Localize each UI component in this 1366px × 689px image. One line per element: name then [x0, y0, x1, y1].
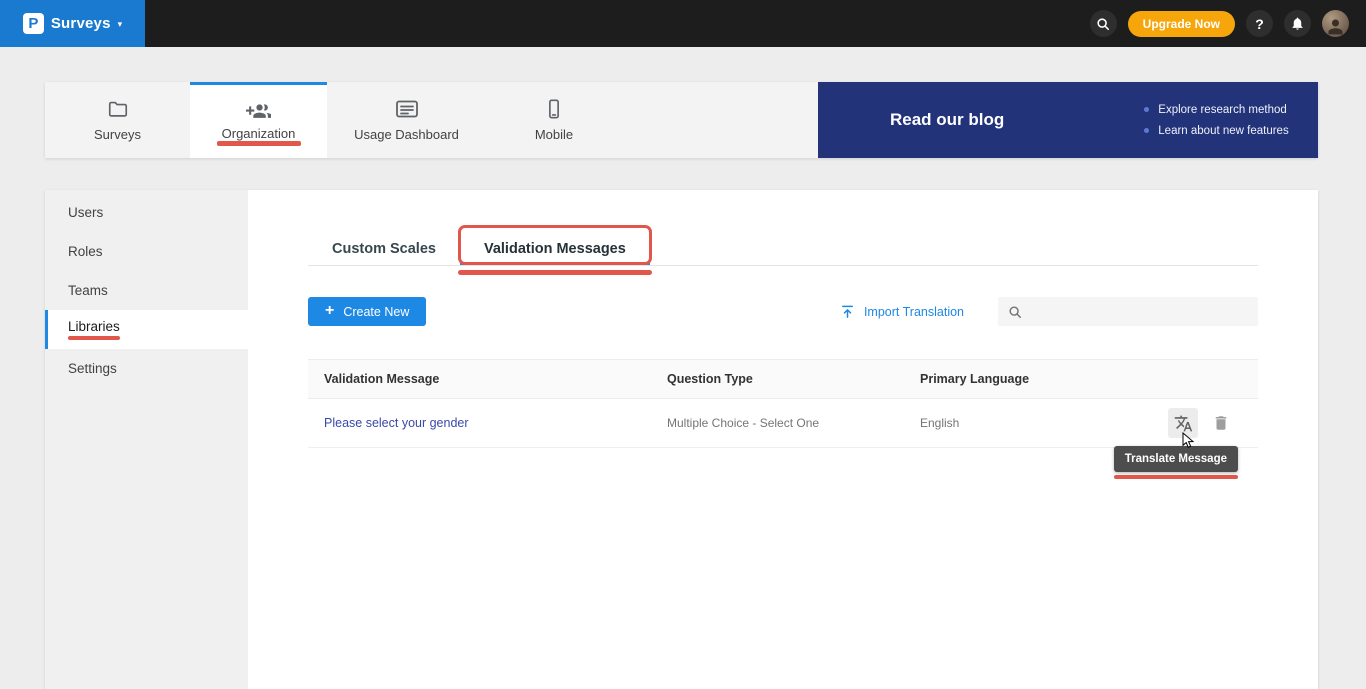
sidebar-item-libraries[interactable]: Libraries: [45, 310, 248, 349]
cell-validation-message: Please select your gender: [324, 414, 667, 432]
content-area: Custom Scales Validation Messages + Crea…: [248, 190, 1318, 689]
app-logo-icon: P: [23, 13, 44, 34]
search-icon: [1096, 17, 1110, 31]
sidebar-item-users[interactable]: Users: [45, 193, 248, 232]
create-new-label: Create New: [343, 305, 409, 319]
nav-tab-label: Organization: [222, 126, 296, 141]
blog-title: Read our blog: [890, 110, 1004, 130]
blog-bullet-text: Explore research method: [1158, 104, 1286, 116]
column-header-question-type: Question Type: [667, 372, 920, 386]
mobile-icon: [543, 98, 565, 120]
search-icon: [1008, 305, 1022, 319]
bullet-dot-icon: [1144, 107, 1149, 112]
tab-validation-messages[interactable]: Validation Messages: [460, 232, 650, 265]
app-window: P Surveys ▾ Upgrade Now ? Surveys: [0, 0, 1366, 689]
nav-tab-surveys[interactable]: Surveys: [45, 82, 190, 158]
upgrade-now-button[interactable]: Upgrade Now: [1128, 11, 1235, 37]
group-add-icon: [246, 99, 271, 119]
validation-messages-table: Validation Message Question Type Primary…: [308, 359, 1258, 448]
toolbar: + Create New Import Translation: [308, 297, 1258, 326]
annotation-underline-organization: [217, 141, 301, 146]
person-icon: [1325, 16, 1346, 37]
column-header-validation-message: Validation Message: [324, 372, 667, 386]
create-new-button[interactable]: + Create New: [308, 297, 426, 326]
blog-bullet-list: Explore research method Learn about new …: [1144, 104, 1288, 137]
bullet-dot-icon: [1144, 128, 1149, 133]
annotation-underline-validation-messages: [458, 270, 652, 275]
blog-banner[interactable]: Read our blog Explore research method Le…: [818, 82, 1318, 158]
annotation-underline-tooltip: [1114, 475, 1238, 479]
translate-tooltip: Translate Message: [1114, 446, 1238, 472]
cell-primary-language: English: [920, 414, 1168, 432]
plus-icon: +: [325, 302, 334, 320]
translate-message-button[interactable]: [1168, 408, 1198, 438]
notifications-button[interactable]: [1284, 10, 1311, 37]
search-button[interactable]: [1090, 10, 1117, 37]
nav-tab-organization[interactable]: Organization: [190, 82, 327, 158]
blog-bullet-item: Learn about new features: [1144, 125, 1288, 137]
product-switcher[interactable]: P Surveys ▾: [0, 0, 145, 47]
brand-title: Surveys: [51, 15, 111, 32]
nav-tab-label: Usage Dashboard: [354, 127, 459, 142]
main-nav-tabs: Surveys Organization Usage Dashboard Mob…: [45, 82, 622, 158]
cell-question-type: Multiple Choice - Select One: [667, 414, 920, 432]
blog-bullet-text: Learn about new features: [1158, 125, 1288, 137]
bell-icon: [1290, 16, 1305, 31]
annotation-underline-libraries: [68, 336, 120, 340]
folder-icon: [107, 98, 129, 120]
sidebar-item-label: Libraries: [68, 319, 120, 334]
tab-label: Validation Messages: [484, 241, 626, 257]
import-translation-label: Import Translation: [864, 305, 964, 319]
dashboard-icon: [395, 99, 419, 120]
nav-tab-usage-dashboard[interactable]: Usage Dashboard: [327, 82, 486, 158]
search-input[interactable]: [1030, 304, 1248, 320]
sidebar-item-roles[interactable]: Roles: [45, 232, 248, 271]
tab-custom-scales[interactable]: Custom Scales: [308, 232, 460, 265]
sidebar: Users Roles Teams Libraries Settings: [45, 190, 248, 689]
sidebar-item-teams[interactable]: Teams: [45, 271, 248, 310]
blog-bullet-item: Explore research method: [1144, 104, 1288, 116]
primary-language-text: English: [920, 416, 959, 430]
topbar-actions: Upgrade Now ?: [1090, 10, 1366, 37]
topbar: P Surveys ▾ Upgrade Now ?: [0, 0, 1366, 47]
row-actions: Translate Message: [1168, 408, 1230, 438]
nav-tab-label: Mobile: [535, 127, 573, 142]
column-header-primary-language: Primary Language: [920, 372, 1230, 386]
translate-icon: [1174, 414, 1193, 433]
trash-icon: [1212, 414, 1230, 432]
nav-tab-mobile[interactable]: Mobile: [486, 82, 622, 158]
validation-message-link[interactable]: Please select your gender: [324, 416, 469, 430]
sidebar-item-settings[interactable]: Settings: [45, 349, 248, 388]
table-header-row: Validation Message Question Type Primary…: [308, 359, 1258, 399]
sidebar-item-label-wrap: Libraries: [68, 319, 120, 340]
main-panel: Users Roles Teams Libraries Settings Cus…: [45, 190, 1318, 689]
translate-tooltip-wrap: Translate Message: [1114, 446, 1238, 479]
delete-message-button[interactable]: [1212, 414, 1230, 432]
nav-tab-label: Surveys: [94, 127, 141, 142]
content-tabs: Custom Scales Validation Messages: [308, 232, 1258, 266]
import-translation-link[interactable]: Import Translation: [840, 304, 964, 319]
import-icon: [840, 304, 855, 319]
avatar[interactable]: [1322, 10, 1349, 37]
question-type-text: Multiple Choice - Select One: [667, 416, 819, 430]
main-nav: Surveys Organization Usage Dashboard Mob…: [45, 82, 1318, 158]
help-button[interactable]: ?: [1246, 10, 1273, 37]
table-row: Please select your gender Multiple Choic…: [308, 399, 1258, 448]
table-search[interactable]: [998, 297, 1258, 326]
toolbar-right: Import Translation: [840, 297, 1258, 326]
chevron-down-icon: ▾: [118, 19, 123, 30]
